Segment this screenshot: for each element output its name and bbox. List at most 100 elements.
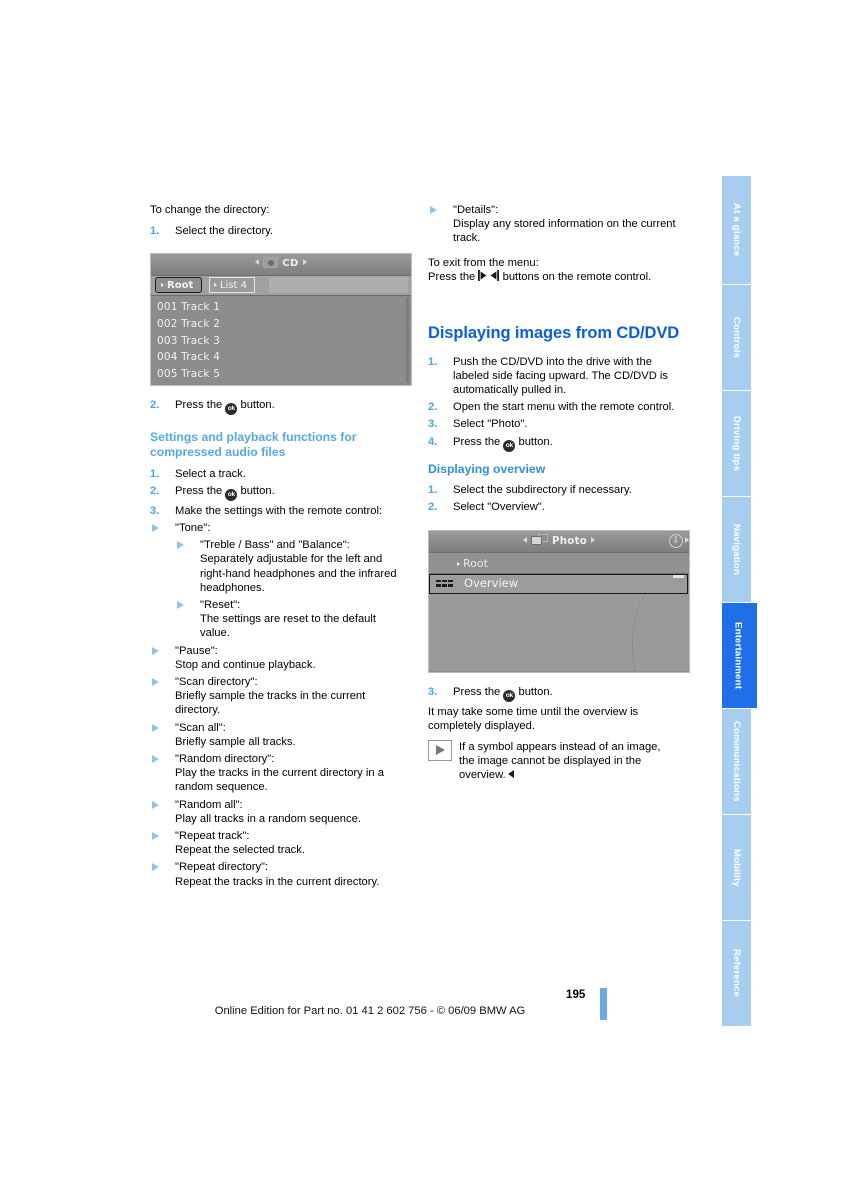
list-item: "Reset": The settings are reset to the d… <box>175 598 408 641</box>
list-item: 1. Push the CD/DVD into the drive with t… <box>428 355 686 398</box>
photo-icon <box>530 533 548 546</box>
eject-icon[interactable]: ⇩ <box>669 533 683 548</box>
bullet-title: "Details": <box>453 204 499 216</box>
triangle-bullet-icon <box>177 601 184 610</box>
overview-delay-note: It may take some time until the overview… <box>428 705 639 732</box>
tab-label: Driving tips <box>731 415 742 472</box>
arrow-left-icon <box>522 536 527 543</box>
step-number: 1. <box>150 225 160 238</box>
cd-tab-root-label: Root <box>167 280 194 292</box>
list-item: 1. Select the directory. <box>150 224 408 238</box>
triangle-bullet-icon <box>152 524 159 532</box>
photo-scrollbar[interactable] <box>673 574 684 578</box>
list-item[interactable]: 001 Track 1 <box>157 299 411 316</box>
bullet-title: "Tone": <box>175 522 211 534</box>
exit-menu-instruction: Press the buttons on the remote control. <box>428 269 686 284</box>
exit-text-pre: Press the <box>428 270 476 283</box>
step-number: 2. <box>428 401 438 414</box>
list-item: "Scan directory": Briefly sample the tra… <box>150 675 408 718</box>
sidebar-item-entertainment[interactable]: Entertainment <box>722 603 757 708</box>
overview-press-ok: 3. Press the ok button. <box>428 685 686 702</box>
select-directory-steps: 1. Select the directory. <box>150 224 408 238</box>
page-number-bar <box>600 988 607 1020</box>
sidebar-item-reference[interactable]: Reference <box>722 921 754 1026</box>
sidebar-item-driving-tips[interactable]: Driving tips <box>722 391 754 496</box>
settings-bullets: "Tone": "Treble / Bass" and "Balance": S… <box>150 521 408 889</box>
arrow-right-icon <box>591 536 596 543</box>
cd-track-list: 001 Track 1 002 Track 2 003 Track 3 004 … <box>151 296 411 386</box>
list-item: "Scan all": Briefly sample all tracks. <box>150 721 408 749</box>
chevron-right-icon <box>161 283 164 288</box>
note-text: If a symbol appears instead of an image,… <box>459 740 661 782</box>
list-item: 2. Select "Overview". <box>428 500 686 514</box>
tab-label: Navigation <box>731 523 742 576</box>
bullet-title: "Pause": <box>175 644 218 657</box>
step-text-post: button. <box>240 484 275 497</box>
list-item: 2. Press the ok button. <box>150 398 408 416</box>
arrow-right-icon <box>685 536 689 543</box>
cd-scrollbar[interactable] <box>406 297 409 384</box>
triangle-bullet-icon <box>152 646 159 655</box>
step-text: Select the subdirectory if necessary. <box>453 484 632 497</box>
sidebar-item-communications[interactable]: Communications <box>722 709 754 814</box>
display-images-steps: 1. Push the CD/DVD into the drive with t… <box>428 355 686 452</box>
tab-label: Communications <box>731 721 742 802</box>
page-number: 195 <box>566 988 586 1001</box>
triangle-bullet-icon <box>152 723 159 732</box>
section-heading-settings: Settings and playback functions for comp… <box>150 430 357 459</box>
bullet-title: "Scan directory": <box>175 676 258 689</box>
bullet-title: "Treble / Bass" and "Balance": <box>200 539 350 552</box>
sidebar-item-navigation[interactable]: Navigation <box>722 497 754 602</box>
step-number: 3. <box>428 418 438 431</box>
exit-text-post: buttons on the remote control. <box>502 270 652 283</box>
step-text-post: button. <box>240 399 275 412</box>
play-placeholder-icon <box>428 739 452 761</box>
cd-screen-titlebar: CD <box>151 254 411 277</box>
step-number: 1. <box>428 355 438 368</box>
manual-page: To change the directory: 1. Select the d… <box>0 0 848 1200</box>
bullet-body: Briefly sample the tracks in the current… <box>175 690 366 717</box>
list-item: "Details": Display any stored informatio… <box>428 203 686 246</box>
chevron-right-icon <box>457 561 460 566</box>
list-item: "Random directory": Play the tracks in t… <box>150 752 408 795</box>
disc-icon <box>263 257 279 269</box>
sidebar-item-mobility[interactable]: Mobility <box>722 815 754 920</box>
sidebar-item-at-a-glance[interactable]: At a glance <box>722 176 754 284</box>
step-text-pre: Press the <box>175 484 223 497</box>
chapter-tabs: At a glance Controls Driving tips Naviga… <box>722 176 757 1027</box>
ok-button-icon: ok <box>503 689 516 702</box>
list-item: 3. Select "Photo". <box>428 417 686 431</box>
list-item: 2. Press the ok button. <box>150 484 408 501</box>
tab-label: Mobility <box>731 848 742 887</box>
list-item[interactable]: 004 Track 4 <box>157 349 411 366</box>
bullet-body: Separately adjustable for the left and r… <box>200 553 397 594</box>
overview-steps: 1. Select the subdirectory if necessary.… <box>428 483 686 514</box>
list-item[interactable]: 002 Track 2 <box>157 316 411 333</box>
bullet-body: Play all tracks in a random sequence. <box>175 812 361 825</box>
photo-root-label: Root <box>463 556 488 570</box>
step-text-pre: Press the <box>453 435 501 448</box>
step-text-pre: Press the <box>175 399 223 412</box>
photo-empty-area <box>429 589 689 672</box>
list-item: 3. Press the ok button. <box>428 685 686 702</box>
list-item: "Repeat directory": Repeat the tracks in… <box>150 860 408 888</box>
photo-screen-title: Photo <box>551 535 588 547</box>
details-bullet-list: "Details": Display any stored informatio… <box>428 203 686 246</box>
cd-tab-list[interactable]: List 4 <box>209 277 256 294</box>
photo-root-row[interactable]: Root <box>429 552 689 574</box>
cd-screen-tabs: Root List 4 <box>151 276 411 297</box>
cd-tab-empty-area <box>269 277 408 294</box>
sidebar-item-controls[interactable]: Controls <box>722 285 754 390</box>
step-number: 3. <box>150 504 160 517</box>
remote-forward-icon <box>478 269 487 281</box>
step-text-pre: Press the <box>453 685 501 698</box>
end-of-section-icon <box>507 770 514 779</box>
list-item[interactable]: 005 Track 5 <box>157 366 411 383</box>
bullet-title: "Repeat directory": <box>175 861 269 874</box>
triangle-bullet-icon <box>152 863 159 872</box>
list-item[interactable]: 003 Track 3 <box>157 333 411 350</box>
right-column: "Details": Display any stored informatio… <box>428 203 690 783</box>
cd-tab-root[interactable]: Root <box>155 277 203 294</box>
step-text: Select a track. <box>175 467 246 480</box>
step-number: 1. <box>428 484 438 497</box>
